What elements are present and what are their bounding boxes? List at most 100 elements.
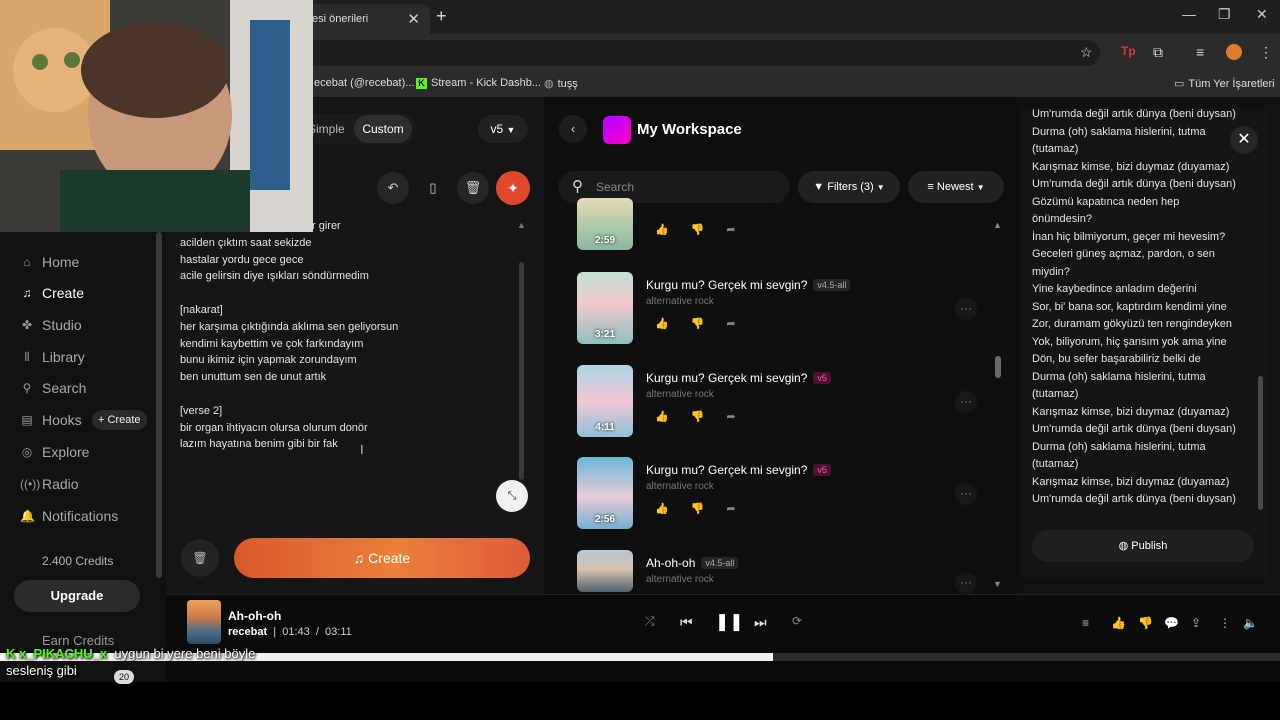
mode-simple-tab[interactable]: Simple	[308, 122, 345, 136]
lyrics-panel-scrollbar[interactable]	[1258, 376, 1263, 510]
lyrics-scrollbar[interactable]	[519, 262, 524, 480]
minimize-icon[interactable]: —	[1182, 6, 1196, 22]
song-title[interactable]: Kurgu mu? Gerçek mi sevgin? v5	[646, 463, 831, 477]
bookmark-recebat[interactable]: ecebat (@recebat)...	[314, 77, 414, 89]
thumbs-up-icon[interactable]: 👍	[655, 224, 691, 236]
sidebar-scrollbar[interactable]	[156, 232, 162, 578]
sidebar-item-label: Radio	[42, 476, 79, 492]
player-cover[interactable]	[187, 600, 221, 644]
magic-wand-button[interactable]: ✦	[496, 171, 530, 205]
restore-icon[interactable]: ❐	[1218, 6, 1231, 23]
song-row[interactable]: 3:21 Kurgu mu? Gerçek mi sevgin? v4.5-all a…	[577, 272, 997, 344]
filter-icon: ▼	[813, 181, 825, 193]
song-row[interactable]: 2:59 👍👎➦	[577, 198, 997, 250]
sidebar-item-hooks[interactable]: ▤ Hooks	[20, 412, 81, 428]
hooks-create-button[interactable]: + Create	[92, 410, 147, 430]
version-label: v5	[490, 122, 504, 136]
sidebar-item-studio[interactable]: ✤ Studio	[20, 317, 82, 333]
share-icon[interactable]: ⇪	[1191, 616, 1201, 630]
queue-icon[interactable]: ≡	[1082, 616, 1089, 630]
song-row[interactable]: 4:11 Kurgu mu? Gerçek mi sevgin? v5 alterna…	[577, 365, 997, 437]
song-style: alternative rock	[646, 481, 714, 492]
song-cover[interactable]: 2:56	[577, 457, 633, 529]
undo-button[interactable]: ↶	[377, 172, 409, 204]
thumbs-up-icon[interactable]: 👍	[655, 318, 691, 330]
repeat-icon[interactable]: ⟳	[792, 614, 802, 628]
lyrics-textarea[interactable]: r girer acilden çıktım saat sekizde hastal…	[180, 218, 510, 453]
share-icon[interactable]: ➦	[726, 318, 757, 330]
search-input[interactable]	[596, 177, 776, 197]
thumbs-down-icon[interactable]: 👎	[691, 503, 727, 515]
sidebar-item-radio[interactable]: ((•)) Radio	[20, 476, 79, 492]
player-artist[interactable]: recebat	[228, 626, 267, 638]
mode-custom-tab[interactable]: Custom	[354, 115, 412, 143]
menu-kebab-icon[interactable]: ⋮	[1259, 44, 1273, 61]
bookmark-kick-dashboard[interactable]: K Stream - Kick Dashb...	[416, 77, 541, 89]
publish-button[interactable]: ◍ Publish	[1032, 530, 1254, 562]
song-cover[interactable]: 4:11	[577, 365, 633, 437]
profile-avatar[interactable]	[1226, 44, 1242, 60]
sidebar-item-search[interactable]: ⚲ Search	[20, 380, 87, 396]
scroll-up-arrow-icon[interactable]: ▲	[517, 220, 526, 230]
close-tab-icon[interactable]: ✕	[407, 10, 420, 28]
delete-lyrics-button[interactable]: 🗑	[457, 172, 489, 204]
credits-count: 2.400 Credits	[42, 554, 114, 568]
thumbs-up-icon[interactable]: 👍	[655, 503, 691, 515]
thumbs-up-icon[interactable]: 👍	[655, 411, 691, 423]
collapse-button[interactable]: ⤡	[496, 480, 528, 512]
song-title[interactable]: Ah-oh-oh v4.5-all	[646, 556, 739, 570]
share-icon[interactable]: ➦	[726, 503, 757, 515]
pause-icon[interactable]: ❚❚	[715, 612, 744, 632]
thumbs-down-icon[interactable]: 👎	[691, 411, 727, 423]
extension-tp-icon[interactable]: Tp	[1121, 44, 1136, 58]
media-control-icon[interactable]: ≡	[1196, 44, 1204, 60]
player-title[interactable]: Ah-oh-oh	[228, 609, 281, 623]
all-bookmarks[interactable]: ▭ Tüm Yer İşaretleri	[1174, 77, 1275, 90]
new-tab-icon[interactable]: +	[436, 6, 447, 27]
comment-icon[interactable]: 💬	[1164, 616, 1179, 630]
volume-icon[interactable]: 🔈	[1243, 616, 1258, 630]
upgrade-button[interactable]: Upgrade	[14, 580, 140, 612]
sidebar-item-explore[interactable]: ◎ Explore	[20, 444, 90, 460]
share-icon[interactable]: ➦	[726, 224, 757, 236]
star-icon[interactable]: ☆	[1080, 44, 1093, 61]
share-icon[interactable]: ➦	[726, 411, 757, 423]
sidebar-item-create[interactable]: ♫ Create	[20, 285, 85, 301]
back-button[interactable]: ‹	[559, 115, 587, 143]
extensions-icon[interactable]: ⧉	[1153, 44, 1163, 61]
omnibox[interactable]	[300, 40, 1100, 66]
close-icon[interactable]: ✕	[1230, 126, 1258, 154]
song-title[interactable]: Kurgu mu? Gerçek mi sevgin? v5	[646, 371, 831, 385]
sidebar-item-library[interactable]: ⫴ Library	[20, 349, 84, 365]
more-icon[interactable]: ⋮	[1219, 616, 1231, 630]
next-icon[interactable]: ⏭	[754, 614, 767, 631]
song-cover[interactable]: 3:21	[577, 272, 633, 344]
song-more-button[interactable]: ···	[955, 391, 977, 413]
song-more-button[interactable]: ···	[955, 298, 977, 320]
thumbs-down-icon[interactable]: 👎	[691, 318, 727, 330]
hooks-icon: ▤	[21, 413, 33, 427]
song-title[interactable]: Kurgu mu? Gerçek mi sevgin? v4.5-all	[646, 278, 851, 292]
song-more-button[interactable]: ···	[955, 572, 977, 594]
sidebar-item-notifications[interactable]: 🔔 Notifications	[20, 508, 118, 524]
song-row[interactable]: 2:56 Kurgu mu? Gerçek mi sevgin? v5 alterna…	[577, 457, 997, 529]
workspace-scrollbar[interactable]	[995, 356, 1001, 378]
bookmark-button[interactable]: ▯	[417, 172, 449, 204]
chat-username: x_PIKACHU_x	[19, 646, 108, 661]
close-window-icon[interactable]: ✕	[1256, 6, 1268, 23]
previous-icon[interactable]: ⏮	[680, 614, 693, 631]
song-cover[interactable]	[577, 550, 633, 592]
bookmark-tuss[interactable]: ◍ tuşş	[544, 77, 578, 90]
thumbs-down-icon[interactable]: 👎	[1138, 616, 1153, 630]
song-more-button[interactable]: ···	[955, 483, 977, 505]
browser-tab[interactable]: esi önerileri ✕	[300, 4, 430, 34]
shuffle-icon[interactable]: ⤮	[645, 614, 655, 629]
sidebar-item-home[interactable]: ⌂ Home	[20, 254, 79, 270]
song-cover[interactable]: 2:59	[577, 198, 633, 250]
thumbs-down-icon[interactable]: 👎	[691, 224, 727, 236]
create-button[interactable]: ♫ Create	[234, 538, 530, 578]
clear-button[interactable]: 🗑	[181, 539, 219, 577]
thumbs-up-icon[interactable]: 👍	[1111, 616, 1126, 630]
version-select[interactable]: v5 ▼	[478, 115, 528, 143]
scroll-down-arrow-icon[interactable]: ▼	[993, 579, 1002, 589]
